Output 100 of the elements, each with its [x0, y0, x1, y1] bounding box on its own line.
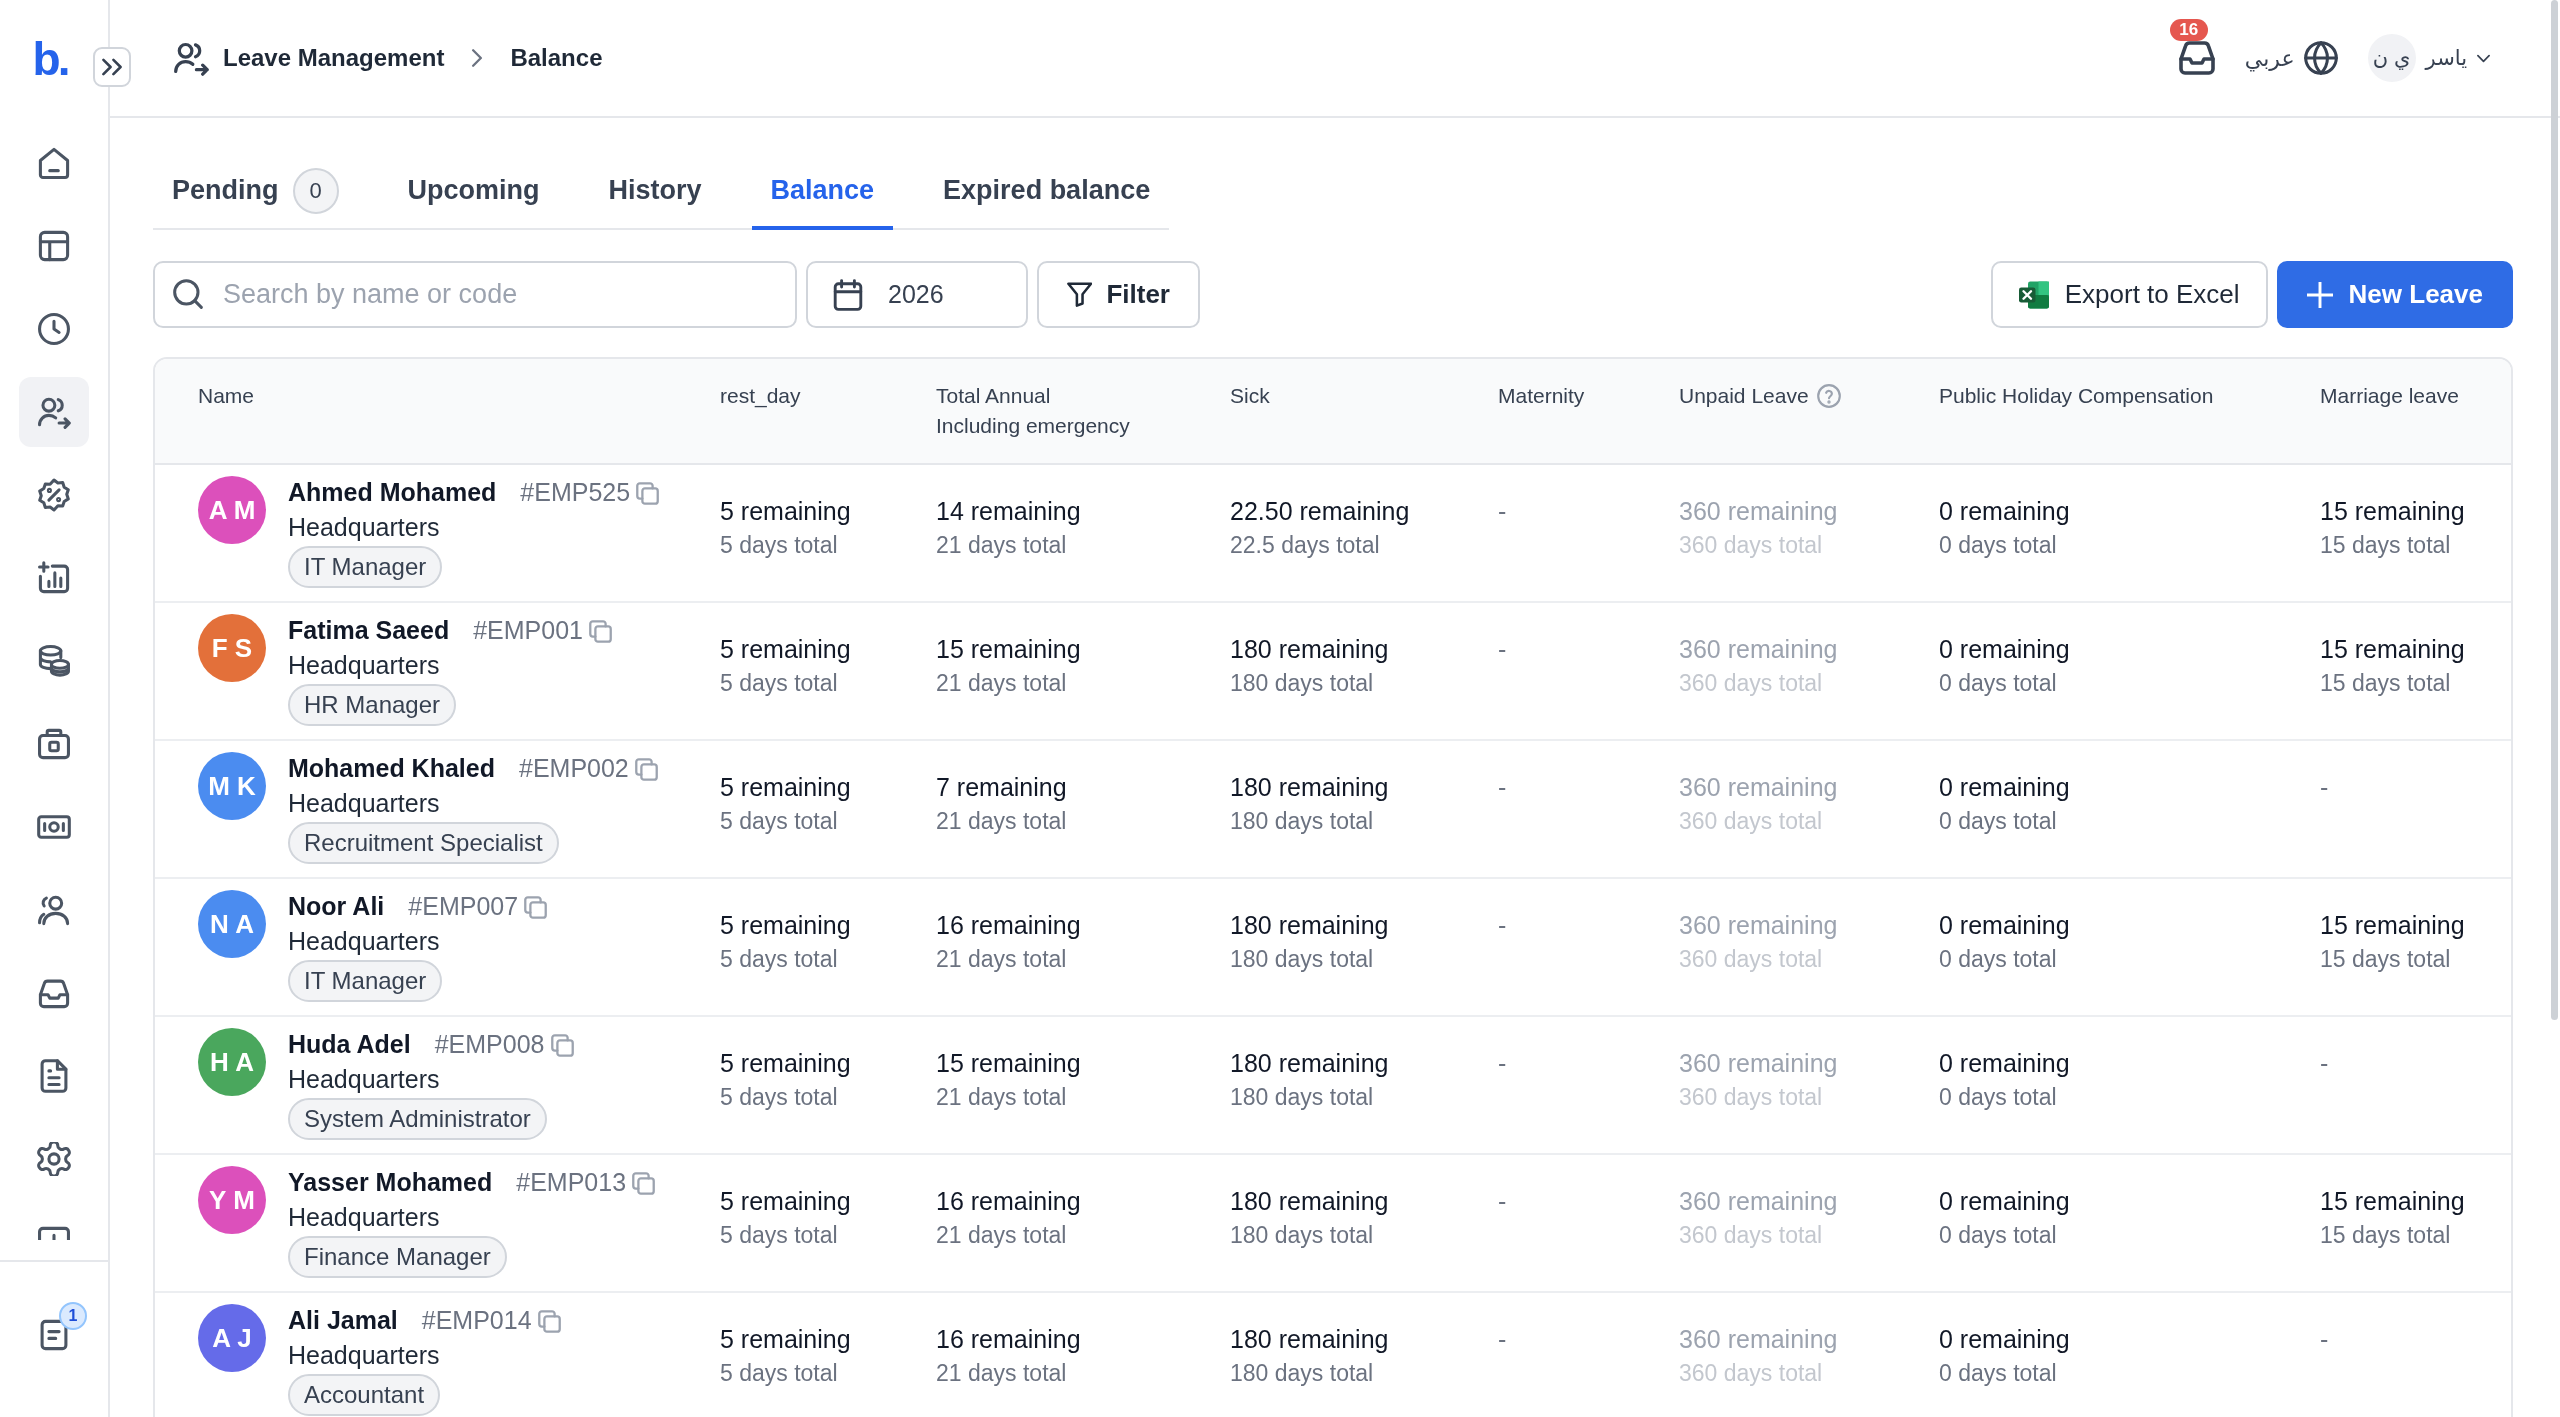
expand-sidebar-button[interactable] — [93, 47, 131, 87]
column-header: Total Annual — [936, 383, 1051, 409]
tab[interactable]: Pending 0 — [153, 155, 358, 230]
logo: b. — [32, 36, 68, 82]
user-avatar: ي ن — [2367, 34, 2416, 82]
search-icon — [173, 279, 203, 309]
year-picker[interactable]: 2026 — [806, 261, 1028, 328]
remaining-days: 0 remaining — [1939, 908, 2280, 942]
employee-name: Noor Ali — [288, 891, 385, 923]
role-tag: IT Manager — [288, 960, 443, 1002]
branch-name: Headquarters — [288, 1202, 441, 1233]
employee-code: #EMP014 — [421, 1305, 532, 1337]
globe-icon — [2303, 41, 2338, 75]
count-badge: 0 — [292, 167, 339, 214]
remaining-days: 14 remaining — [936, 494, 1190, 528]
people-icon — [37, 893, 71, 927]
layout-icon — [37, 229, 71, 263]
employee-name: Fatima Saeed — [288, 615, 450, 647]
tab[interactable]: History — [589, 155, 721, 230]
export-button[interactable]: Export to Excel — [1990, 261, 2268, 328]
remaining-days: 7 remaining — [936, 770, 1190, 804]
column-header: Name — [198, 383, 255, 409]
employee-code: #EMP001 — [473, 615, 583, 647]
scrollbar-thumb[interactable] — [2551, 0, 2558, 1020]
remaining-days: 5 remaining — [720, 1184, 896, 1218]
role-tag: Accountant — [288, 1374, 441, 1416]
spreadsheet-icon — [2018, 279, 2049, 310]
employee-code: #EMP008 — [434, 1029, 545, 1061]
remaining-days: 15 remaining — [2320, 908, 2495, 942]
empty-value: - — [1498, 635, 1507, 663]
total-days: 22.5 days total — [1230, 528, 1458, 562]
role-tag: Finance Manager — [288, 1236, 507, 1278]
avatar: H A — [198, 1028, 266, 1096]
total-days: 360 days total — [1679, 1080, 1899, 1114]
total-days: 0 days total — [1939, 1080, 2280, 1114]
breadcrumb-link[interactable]: Leave Management — [223, 40, 445, 76]
remaining-days: 15 remaining — [936, 1046, 1190, 1080]
remaining-days: 360 remaining — [1679, 1184, 1899, 1218]
sidebar-item[interactable] — [19, 377, 89, 447]
language-button[interactable]: عربي — [2244, 41, 2338, 75]
total-days: 180 days total — [1230, 1080, 1458, 1114]
employee-name: Huda Adel — [288, 1029, 411, 1061]
total-days: 21 days total — [936, 1080, 1190, 1114]
column-header: Sick — [1230, 383, 1270, 409]
tab[interactable]: Expired balance — [924, 155, 1170, 230]
coins-icon — [37, 644, 71, 678]
total-days: 21 days total — [936, 1218, 1190, 1252]
tab[interactable]: Upcoming — [388, 155, 559, 230]
branch-name: Headquarters — [288, 788, 441, 819]
filter-button[interactable]: Filter — [1037, 261, 1200, 328]
briefcase-icon — [37, 727, 71, 761]
total-days: 360 days total — [1679, 942, 1899, 976]
total-days: 0 days total — [1939, 942, 2280, 976]
total-days: 180 days total — [1230, 666, 1458, 700]
plus-icon — [2306, 281, 2333, 308]
sidebar-item[interactable]: 1 — [19, 1300, 89, 1370]
remaining-days: 180 remaining — [1230, 770, 1458, 804]
remaining-days: 5 remaining — [720, 908, 896, 942]
branch-name: Headquarters — [288, 1340, 441, 1371]
role-tag: Recruitment Specialist — [288, 822, 559, 864]
tab[interactable]: Balance — [751, 155, 894, 230]
total-days: 0 days total — [1939, 528, 2280, 562]
remaining-days: 0 remaining — [1939, 1184, 2280, 1218]
total-days: 15 days total — [2320, 666, 2495, 700]
branch-name: Headquarters — [288, 650, 441, 681]
column-header: Maternity — [1498, 383, 1585, 409]
remaining-days: 5 remaining — [720, 770, 896, 804]
users-arrow-icon — [173, 40, 209, 76]
remaining-days: 180 remaining — [1230, 908, 1458, 942]
search-field[interactable]: Search by name or code — [153, 261, 797, 328]
column-header: Unpaid Leave — [1679, 383, 1809, 409]
remaining-days: 15 remaining — [2320, 632, 2495, 666]
employee-name: Yasser Mohamed — [288, 1167, 493, 1199]
remaining-days: 15 remaining — [2320, 1184, 2495, 1218]
column-header: Public Holiday Compensation — [1939, 383, 2214, 409]
remaining-days: 180 remaining — [1230, 1184, 1458, 1218]
total-days: 180 days total — [1230, 942, 1458, 976]
total-days: 21 days total — [936, 528, 1190, 562]
total-days: 360 days total — [1679, 666, 1899, 700]
role-tag: HR Manager — [288, 684, 457, 726]
empty-value: - — [1498, 497, 1507, 525]
remaining-days: 5 remaining — [720, 1322, 896, 1356]
empty-value: - — [1498, 911, 1507, 939]
user-name: ياسر — [2425, 45, 2467, 72]
remaining-days: 0 remaining — [1939, 1322, 2280, 1356]
total-days: 5 days total — [720, 942, 896, 976]
employee-code: #EMP002 — [519, 753, 629, 785]
remaining-days: 360 remaining — [1679, 494, 1899, 528]
remaining-days: 0 remaining — [1939, 632, 2280, 666]
clock-icon — [37, 312, 71, 346]
total-days: 360 days total — [1679, 1218, 1899, 1252]
avatar: F S — [198, 614, 266, 682]
new-leave-button[interactable]: New Leave — [2276, 261, 2513, 328]
role-tag: IT Manager — [288, 546, 443, 588]
user-menu-button[interactable]: ي ن ياسر — [2367, 34, 2490, 82]
empty-value: - — [2320, 1049, 2329, 1077]
branch-name: Headquarters — [288, 512, 441, 543]
employee-code: #EMP013 — [516, 1167, 627, 1199]
total-days: 21 days total — [936, 1356, 1190, 1390]
empty-value: - — [2320, 773, 2329, 801]
